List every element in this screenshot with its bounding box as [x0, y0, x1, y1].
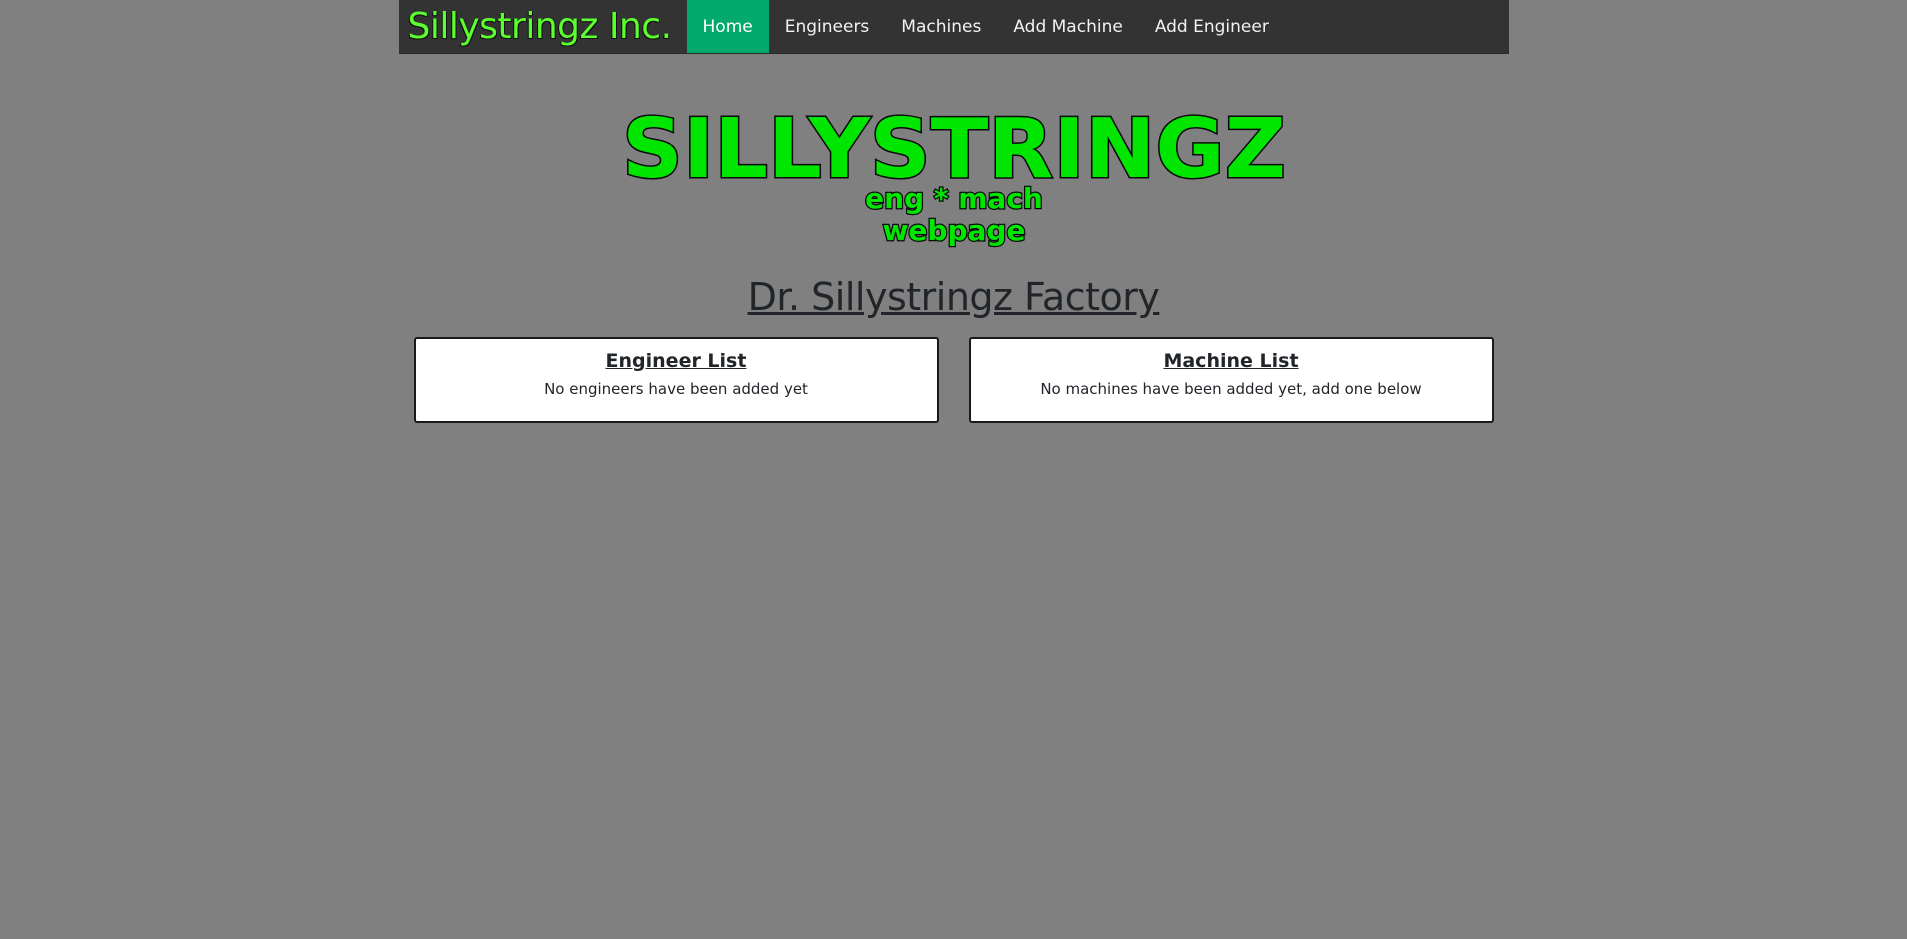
machine-list-card: Machine List No machines have been added…: [968, 337, 1494, 423]
top-navbar: Sillystringz Inc. Home Engineers Machine…: [398, 0, 1509, 54]
logo-subtitle-line2: webpage: [882, 214, 1025, 247]
nav-home-link[interactable]: Home: [686, 0, 769, 53]
logo-banner: SILLYSTRINGZ eng * mach webpage: [399, 101, 1509, 251]
nav-machines-link[interactable]: Machines: [885, 0, 997, 53]
nav-engineers-link[interactable]: Engineers: [769, 0, 886, 53]
lists-row: Engineer List No engineers have been add…: [399, 337, 1509, 423]
engineer-list-card: Engineer List No engineers have been add…: [413, 337, 939, 423]
nav-add-engineer-link[interactable]: Add Engineer: [1139, 0, 1285, 53]
sillystringz-logo: SILLYSTRINGZ eng * mach webpage: [620, 101, 1287, 248]
machine-list-empty-text: No machines have been added yet, add one…: [1040, 380, 1422, 398]
engineer-list-empty-text: No engineers have been added yet: [544, 380, 808, 398]
logo-subtitle-line1: eng * mach: [865, 182, 1043, 215]
page-title: Dr. Sillystringz Factory: [747, 275, 1160, 319]
engineer-list-heading: Engineer List: [605, 350, 747, 372]
page-container: Sillystringz Inc. Home Engineers Machine…: [398, 0, 1509, 423]
brand-link[interactable]: Sillystringz Inc.: [399, 0, 686, 53]
machine-list-heading: Machine List: [1163, 350, 1299, 372]
nav-add-machine-link[interactable]: Add Machine: [997, 0, 1138, 53]
nav-links: Home Engineers Machines Add Machine Add …: [686, 0, 1285, 53]
